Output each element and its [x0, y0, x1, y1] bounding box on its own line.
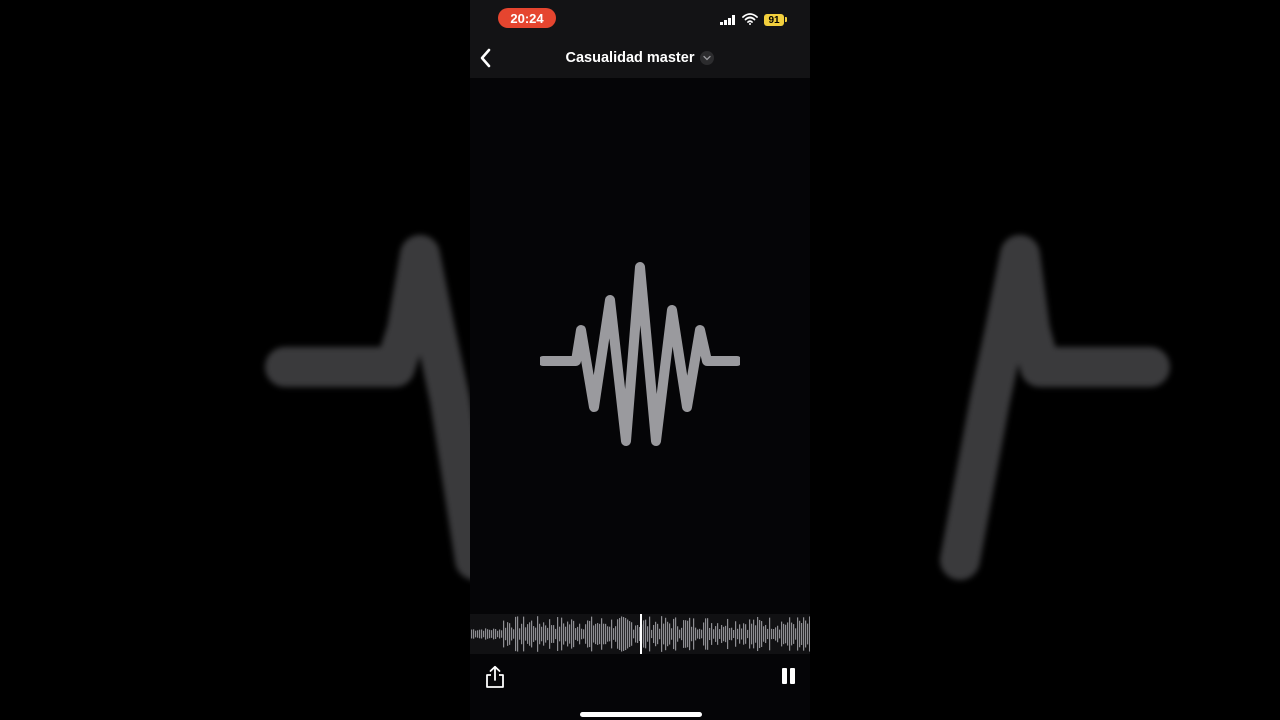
home-indicator[interactable] [580, 712, 702, 717]
audio-waveform-icon [540, 262, 740, 446]
share-button[interactable] [484, 665, 506, 689]
playhead[interactable] [640, 614, 642, 654]
page-title: Casualidad master [565, 50, 695, 66]
background-blur-left [0, 0, 470, 720]
background-blur-right [810, 0, 1280, 720]
battery-tip [785, 17, 787, 22]
title-wrapper: Casualidad master [470, 38, 810, 78]
time-pill[interactable]: 20:24 [498, 8, 556, 28]
title-menu-button[interactable] [700, 51, 715, 65]
phone-screen: 20:24 91 Casualidad master [470, 0, 810, 720]
wifi-icon [742, 13, 758, 25]
navigation-bar: Casualidad master [470, 38, 810, 78]
pause-icon-bar-left [782, 668, 787, 684]
cellular-signal-icon [720, 15, 735, 25]
pause-button[interactable] [782, 668, 796, 684]
battery-icon: 91 [764, 14, 784, 26]
chevron-down-icon [703, 55, 712, 61]
pause-icon-bar-right [790, 668, 795, 684]
status-bar: 20:24 91 [470, 0, 810, 38]
